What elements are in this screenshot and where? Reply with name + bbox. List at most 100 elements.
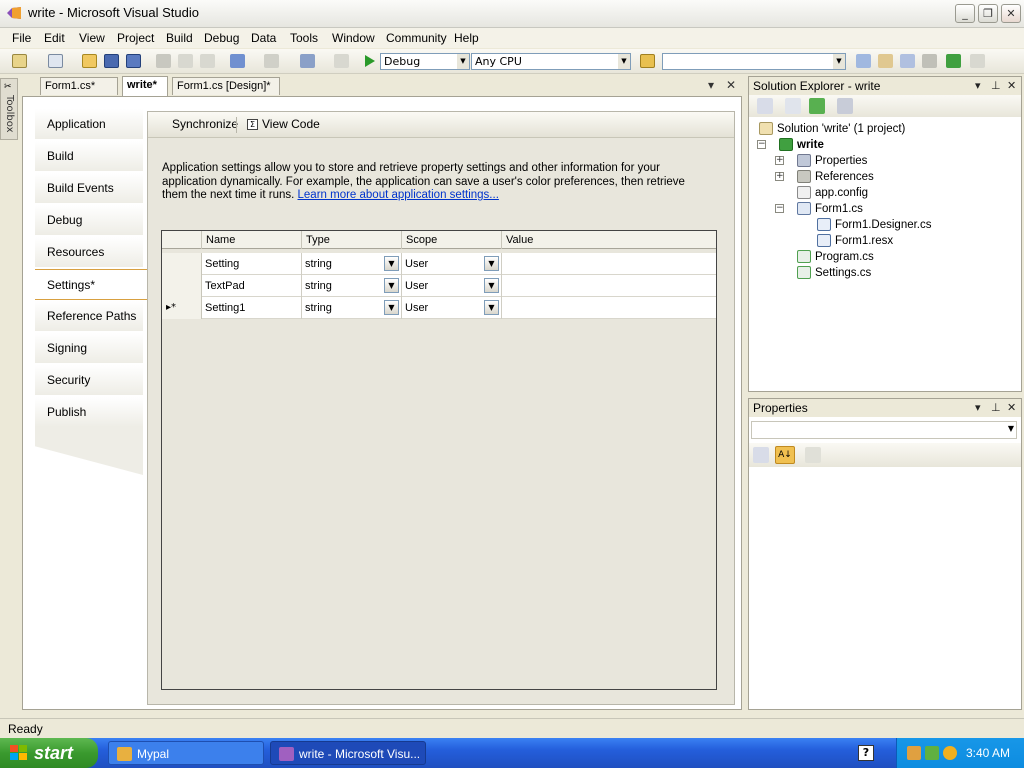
nav-signing[interactable]: Signing [35,333,143,364]
tree-item-solution[interactable]: Solution 'write' (1 project) [759,121,905,137]
menu-community[interactable]: Community [386,31,447,45]
tree-item-properties[interactable]: Properties [797,153,867,169]
column-type[interactable]: Type [302,231,402,249]
scope-dropdown-button[interactable]: ▼ [484,278,499,293]
menu-edit[interactable]: Edit [44,31,65,45]
table-row[interactable]: ▸* Setting1 string ▼ User ▼ [162,297,716,319]
help-icon[interactable]: ? [858,745,874,761]
taskbar-item-visual-studio[interactable]: write - Microsoft Visu... [270,741,426,765]
type-dropdown-button[interactable]: ▼ [384,256,399,271]
cell-name[interactable]: Setting [202,253,302,275]
properties-window-icon[interactable] [878,54,893,68]
redo-icon[interactable] [264,54,279,68]
start-debugging-icon[interactable] [362,54,377,68]
column-scope[interactable]: Scope [402,231,502,249]
row-marker[interactable] [162,253,202,275]
tray-app-icon[interactable] [907,746,921,760]
menu-help[interactable]: Help [454,31,479,45]
copy-icon[interactable] [178,54,193,68]
solution-explorer-icon[interactable] [856,54,871,68]
chevron-down-icon[interactable]: ▼ [457,54,469,69]
menu-window[interactable]: Window [332,31,375,45]
solution-platform-combo[interactable]: Any CPU ▼ [471,53,631,70]
tray-network-icon[interactable] [925,746,939,760]
find-combo[interactable]: ▼ [662,53,846,70]
undo-icon[interactable] [230,54,245,68]
save-all-icon[interactable] [126,54,141,68]
nav-settings[interactable]: Settings* [35,269,147,300]
close-icon[interactable]: ✕ [726,78,736,92]
toolbox-tab[interactable]: ✂ Toolbox [0,78,18,140]
nav-build[interactable]: Build [35,141,143,172]
find-in-files-icon[interactable] [640,54,655,68]
chevron-down-icon[interactable]: ▾ [975,399,981,417]
cell-value[interactable] [502,275,716,297]
nav-application[interactable]: Application [35,109,143,140]
solution-configuration-combo[interactable]: Debug ▼ [380,53,470,70]
close-button[interactable]: ✕ [1001,4,1021,23]
cell-name[interactable]: Setting1 [202,297,302,319]
save-icon[interactable] [104,54,119,68]
close-icon[interactable]: ✕ [1007,399,1016,417]
open-file-icon[interactable] [82,54,97,68]
chevron-down-icon[interactable]: ▾ [708,78,714,92]
pin-icon[interactable]: ⊥ [991,77,1001,95]
tree-item-references[interactable]: References [797,169,874,185]
chevron-down-icon[interactable]: ▾ [975,77,981,95]
minimize-button[interactable]: _ [955,4,975,23]
menu-data[interactable]: Data [251,31,276,45]
column-name[interactable]: Name [202,231,302,249]
row-marker[interactable]: ▸* [162,297,202,319]
chevron-down-icon[interactable]: ▼ [1008,424,1014,433]
type-dropdown-button[interactable]: ▼ [384,278,399,293]
nav-debug[interactable]: Debug [35,205,143,236]
menu-file[interactable]: File [12,31,31,45]
menu-tools[interactable]: Tools [290,31,318,45]
tab-form1-design[interactable]: Form1.cs [Design]* [172,77,280,95]
nav-resources[interactable]: Resources [35,237,143,268]
cell-name[interactable]: TextPad [202,275,302,297]
tree-item-form1-designer[interactable]: Form1.Designer.cs [817,217,932,233]
taskbar-item-mypal[interactable]: Mypal [108,741,264,765]
cut-icon[interactable] [156,54,171,68]
learn-more-link[interactable]: Learn more about application settings... [298,189,499,201]
expand-icon[interactable]: + [775,172,784,181]
chevron-down-icon[interactable]: ▼ [833,54,845,69]
categorized-icon[interactable] [753,447,769,463]
tab-write[interactable]: write* [122,76,168,96]
table-row[interactable]: TextPad string ▼ User ▼ [162,275,716,297]
menu-debug[interactable]: Debug [204,31,239,45]
start-button[interactable]: start [0,738,98,768]
cell-value[interactable] [502,253,716,275]
type-dropdown-button[interactable]: ▼ [384,300,399,315]
column-value[interactable]: Value [502,231,716,249]
tree-item-project[interactable]: write [779,137,824,153]
object-selector-combo[interactable]: ▼ [751,421,1017,439]
nav-reference-paths[interactable]: Reference Paths [35,301,143,332]
tree-item-settings[interactable]: Settings.cs [797,265,871,281]
close-icon[interactable]: ✕ [1007,77,1016,95]
scope-dropdown-button[interactable]: ▼ [484,256,499,271]
object-browser-icon[interactable] [900,54,915,68]
add-item-icon[interactable] [48,54,63,68]
expand-icon[interactable]: + [775,156,784,165]
navigate-icon[interactable] [300,54,315,68]
find-icon[interactable] [334,54,349,68]
chevron-down-icon[interactable]: ▼ [618,54,630,69]
tree-item-form1-resx[interactable]: Form1.resx [817,233,893,249]
title-bar[interactable]: write - Microsoft Visual Studio _ ❐ ✕ [0,0,1024,28]
tree-item-app-config[interactable]: app.config [797,185,868,201]
start-page-icon[interactable] [946,54,961,68]
collapse-icon[interactable]: − [757,140,766,149]
new-project-icon[interactable] [12,54,27,68]
properties-icon[interactable] [785,98,801,114]
alphabetical-icon[interactable]: A↓ [775,446,795,464]
cell-value[interactable] [502,297,716,319]
scope-dropdown-button[interactable]: ▼ [484,300,499,315]
paste-icon[interactable] [200,54,215,68]
toolbox-icon[interactable] [922,54,937,68]
collapse-icon[interactable]: − [775,204,784,213]
nav-publish[interactable]: Publish [35,397,143,428]
command-window-icon[interactable] [970,54,985,68]
view-class-diagram-icon[interactable] [837,98,853,114]
